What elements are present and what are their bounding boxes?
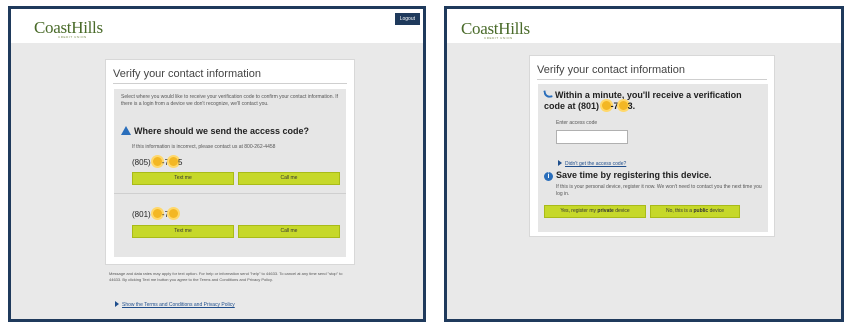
didnt-get-code-link[interactable]: Didn't get the access code? [565,161,626,167]
logout-button[interactable]: Logout [394,13,420,25]
redaction-sun-icon [152,209,162,218]
card-title: Verify your contact information [537,64,767,80]
verify-card: Verify your contact information Select w… [105,59,355,265]
redaction-sun-icon [618,101,628,110]
no-prefix: No, this is a [665,208,694,214]
card-title: Verify your contact information [113,68,347,84]
logo-subtitle: CREDIT UNION [58,35,87,39]
code-sent-heading: Within a minute, you'll receive a verifi… [543,89,764,112]
info-icon: i [544,172,553,181]
logo-subtitle: CREDIT UNION [484,36,513,40]
send-heading-text: Where should we send the access code? [134,126,310,136]
redaction-sun-icon [169,209,179,218]
save-time-heading: i Save time by registering this device. [544,170,764,181]
didnt-get-code-row[interactable]: Didn't get the access code? [558,152,626,170]
code-sent-text: Within a minute, you'll receive a verifi… [544,90,742,111]
call-me-button-2[interactable]: Call me [238,225,340,238]
no-suffix: device [708,208,725,214]
register-private-button[interactable]: Yes, register my private device [544,205,646,218]
public-device-button[interactable]: No, this is a public device [650,205,740,218]
enter-code-label: Enter access code [556,120,598,126]
phone-end: 3. [627,101,636,111]
redaction-sun-icon [169,157,179,166]
terms-link-row[interactable]: Show the Terms and Conditions and Privac… [115,293,235,311]
left-screenshot-frame: CoastHills CREDIT UNION Logout Verify yo… [8,6,426,322]
save-time-text: Save time by registering this device. [556,170,712,180]
intro-text: Select where you would like to receive y… [121,94,339,107]
header-bar: CoastHills CREDIT UNION Logout [11,9,423,43]
terms-link[interactable]: Show the Terms and Conditions and Privac… [122,302,235,308]
right-page: CoastHills CREDIT UNION Verify your cont… [447,9,841,319]
left-page: CoastHills CREDIT UNION Logout Verify yo… [11,9,423,319]
right-screenshot-frame: CoastHills CREDIT UNION Verify your cont… [444,6,844,322]
expand-triangle-icon [115,301,119,307]
phone-number-2: (801) -7 [132,209,179,219]
yes-prefix: Yes, register my [560,208,598,214]
text-me-button-1[interactable]: Text me [132,172,234,185]
phone-mid: -7 [610,101,619,111]
phone1-mid: -7 [161,158,170,167]
text-me-button-2[interactable]: Text me [132,225,234,238]
redaction-sun-icon [601,101,611,110]
phone1-area: (805) [132,158,151,167]
yes-bold: private [597,208,614,214]
phone-icon [543,89,553,99]
register-explainer: If this is your personal device, registe… [556,184,762,197]
phone1-end: 5 [178,158,183,167]
yes-suffix: device [613,208,630,214]
verification-box: Within a minute, you'll receive a verifi… [538,84,768,232]
send-heading: Where should we send the access code? [121,126,343,136]
expand-triangle-icon [558,160,562,166]
options-box: Select where you would like to receive y… [114,89,346,257]
phone-area: (801) [578,101,600,111]
sms-disclaimer: Message and data rates may apply for tex… [109,271,343,282]
verify-card: Verify your contact information Within a… [529,55,775,237]
phone2-area: (801) [132,210,151,219]
redaction-sun-icon [152,157,162,166]
warning-icon [121,126,131,135]
header-bar: CoastHills CREDIT UNION [447,9,841,43]
call-me-button-1[interactable]: Call me [238,172,340,185]
options-divider [114,193,346,194]
access-code-input[interactable] [556,130,628,144]
no-bold: public [693,208,709,214]
incorrect-info-text: If this information is incorrect, please… [132,144,276,150]
phone-number-1: (805) -7 5 [132,157,183,167]
phone2-mid: -7 [161,210,170,219]
